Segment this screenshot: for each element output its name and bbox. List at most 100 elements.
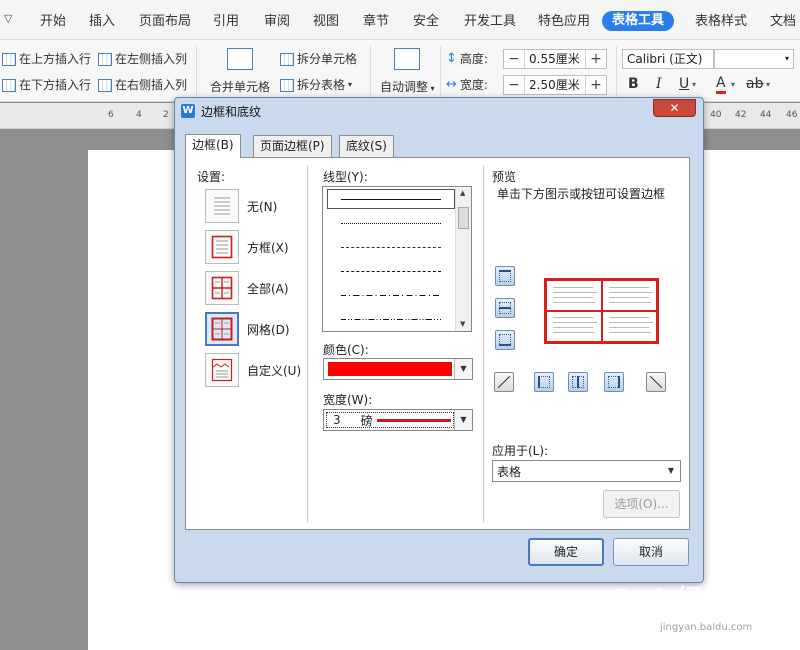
line-style-dotted[interactable] (327, 213, 455, 233)
border-preview[interactable] (544, 278, 659, 344)
close-button[interactable]: ✕ (653, 99, 696, 117)
bold-button[interactable]: B (628, 76, 639, 92)
panel-divider (483, 166, 484, 522)
line-style-list[interactable]: ▲ ▼ (322, 186, 472, 332)
right-border-button[interactable] (604, 372, 624, 392)
line-style-dash-dot-dot[interactable] (327, 309, 455, 329)
increase-height-button[interactable]: + (586, 51, 606, 67)
ribbon-divider (440, 46, 441, 98)
tab-chapter[interactable]: 章节 (363, 12, 389, 32)
bottom-border-button[interactable] (495, 330, 515, 350)
scroll-up-icon[interactable]: ▲ (460, 189, 465, 197)
border-color-select[interactable]: ▼ (323, 358, 473, 380)
tab-page-border[interactable]: 页面边框(P) (253, 135, 332, 157)
tab-review[interactable]: 审阅 (264, 12, 290, 32)
font-size-select[interactable]: ▾ (714, 49, 794, 69)
setting-custom-icon (205, 353, 239, 387)
tab-references[interactable]: 引用 (213, 12, 239, 32)
insert-row-above-button[interactable]: 在上方插入行 (2, 49, 91, 69)
baidu-watermark-url: jingyan.baidu.com (660, 622, 753, 633)
diagonal-down-button[interactable] (494, 372, 514, 392)
grid-border-icon (211, 317, 233, 341)
tab-security[interactable]: 安全 (413, 12, 439, 32)
line-style-solid[interactable] (327, 189, 455, 209)
preview-label: 预览 (492, 170, 517, 184)
apply-to-select[interactable]: 表格 ▼ (492, 460, 681, 482)
diagonal-up-button[interactable] (646, 372, 666, 392)
tab-table-tools[interactable]: 表格工具 (602, 11, 675, 31)
top-border-button[interactable] (495, 266, 515, 286)
chevron-down-icon[interactable]: ▼ (454, 359, 472, 379)
line-style-scrollbar[interactable]: ▲ ▼ (455, 187, 471, 331)
tab-home[interactable]: 开始 (40, 12, 66, 32)
panel-divider (307, 166, 308, 522)
ribbon-toolbar: 在上方插入行 在下方插入行 在左侧插入列 在右侧插入列 合并单元格 拆分单元格 … (0, 40, 800, 102)
setting-grid-icon (205, 312, 239, 346)
auto-fit-button[interactable]: 自动调整 ▾ (380, 48, 435, 95)
border-width-select[interactable]: 3 磅 ▼ (323, 409, 473, 431)
line-style-fine-dash[interactable] (327, 237, 455, 257)
tab-view[interactable]: 视图 (313, 12, 339, 32)
left-border-button[interactable] (534, 372, 554, 392)
row-height-input[interactable]: 0.55厘米 (524, 50, 586, 68)
diagonal-up-icon (497, 375, 511, 389)
chevron-down-icon[interactable]: ▼ (662, 461, 680, 481)
tab-table-style[interactable]: 表格样式 (695, 12, 747, 32)
setting-box[interactable]: 方框(X) (205, 230, 289, 264)
tab-shading[interactable]: 底纹(S) (339, 135, 394, 157)
tab-insert[interactable]: 插入 (89, 12, 115, 32)
merge-cells-button[interactable]: 合并单元格 (210, 48, 270, 95)
split-cells-button[interactable]: 拆分单元格 (280, 49, 357, 69)
tab-borders[interactable]: 边框(B) (185, 134, 241, 158)
settings-label: 设置: (197, 170, 226, 184)
wps-writer-icon: W (181, 104, 195, 118)
tab-special-apps[interactable]: 特色应用 (538, 12, 590, 32)
insert-col-left-button[interactable]: 在左侧插入列 (98, 49, 187, 69)
ok-button[interactable]: 确定 (528, 538, 604, 566)
setting-none[interactable]: 无(N) (205, 189, 277, 223)
width-label: 宽度(W): (323, 393, 373, 407)
decrease-width-button[interactable]: − (504, 77, 524, 93)
tab-developer[interactable]: 开发工具 (464, 12, 516, 32)
tab-page-layout[interactable]: 页面布局 (139, 12, 191, 32)
setting-all-icon (205, 271, 239, 305)
row-height-stepper[interactable]: − 0.55厘米 + (503, 49, 607, 69)
line-style-dash-dot[interactable] (327, 285, 455, 305)
inner-vertical-border-button[interactable] (568, 372, 588, 392)
col-width-stepper[interactable]: − 2.50厘米 + (503, 75, 607, 95)
chevron-down-icon[interactable]: ▾ (766, 80, 770, 89)
color-label: 颜色(C): (323, 343, 369, 357)
setting-all[interactable]: 全部(A) (205, 271, 289, 305)
chevron-down-icon: ▾ (348, 80, 353, 89)
preview-hint: 单击下方图示或按钮可设置边框 (497, 187, 666, 201)
inner-horizontal-border-button[interactable] (495, 298, 515, 318)
scroll-thumb[interactable] (458, 207, 469, 229)
width-sample-line (376, 418, 451, 422)
chevron-down-icon[interactable]: ▼ (454, 410, 472, 430)
col-width-input[interactable]: 2.50厘米 (524, 76, 586, 94)
dialog-titlebar[interactable]: W 边框和底纹 ✕ (175, 98, 703, 124)
scroll-down-icon[interactable]: ▼ (460, 320, 465, 328)
highlight-icon[interactable]: ab (746, 76, 763, 92)
font-color-button[interactable]: A (716, 76, 726, 94)
line-style-dash[interactable] (327, 261, 455, 281)
tab-document[interactable]: 文档 (770, 12, 796, 32)
setting-custom[interactable]: 自定义(U) (205, 353, 301, 387)
setting-grid[interactable]: 网格(D) (205, 312, 290, 346)
split-table-button[interactable]: 拆分表格 ▾ (280, 75, 352, 95)
custom-border-icon (211, 358, 233, 382)
italic-button[interactable]: I (656, 76, 662, 92)
insert-row-below-button[interactable]: 在下方插入行 (2, 75, 91, 95)
increase-width-button[interactable]: + (586, 77, 606, 93)
insert-col-right-button[interactable]: 在右侧插入列 (98, 75, 187, 95)
menu-chevron-icon[interactable]: ▽ (4, 12, 12, 25)
font-name-select[interactable]: Calibri (正文) (622, 49, 714, 69)
chevron-down-icon[interactable]: ▾ (731, 80, 735, 89)
underline-button[interactable]: U (679, 76, 689, 92)
all-borders-icon (211, 276, 233, 300)
col-width-icon: ↔ (446, 77, 457, 92)
cancel-button[interactable]: 取消 (613, 538, 689, 566)
options-button[interactable]: 选项(O)... (603, 490, 680, 518)
chevron-down-icon[interactable]: ▾ (692, 80, 696, 89)
decrease-height-button[interactable]: − (504, 51, 524, 67)
